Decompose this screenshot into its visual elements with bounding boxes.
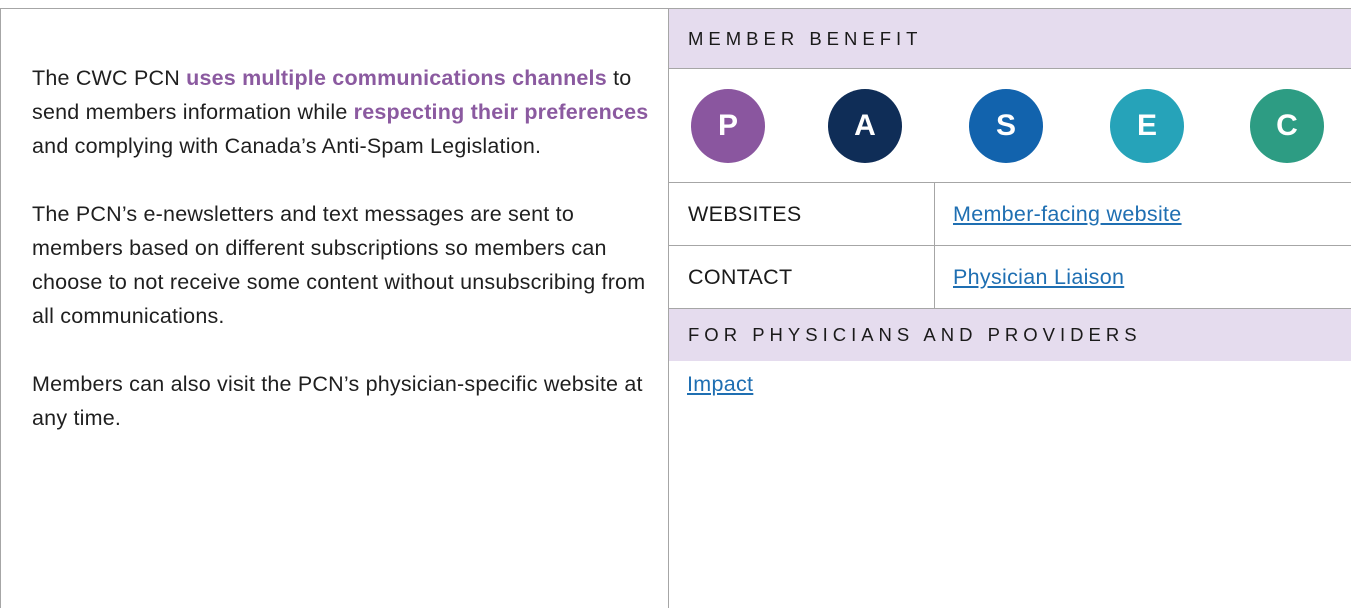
pasec-letter-a: A <box>854 109 876 142</box>
websites-row: WEBSITES Member-facing website <box>669 183 1351 246</box>
info-panel: MEMBER BENEFIT P A S E C WEBSITES Member… <box>669 9 1351 608</box>
pasec-circle-p: P <box>691 89 765 163</box>
pasec-letter-e: E <box>1136 109 1157 142</box>
member-benefit-header: MEMBER BENEFIT <box>669 9 1351 69</box>
impact-link-wrapper: Impact <box>687 372 753 397</box>
contact-label: CONTACT <box>669 246 935 308</box>
pasec-letter-s: S <box>995 109 1016 142</box>
highlight-preferences: respecting their preferences <box>353 100 649 124</box>
physicians-providers-header: FOR PHYSICIANS AND PROVIDERS <box>669 309 1351 361</box>
pasec-letter-p: P <box>717 109 738 142</box>
description-text: The CWC PCN uses multiple communications… <box>32 61 652 469</box>
pasec-circle-s: S <box>969 89 1043 163</box>
pasec-circle-e: E <box>1110 89 1184 163</box>
websites-label: WEBSITES <box>669 183 935 245</box>
paragraph-website: Members can also visit the PCN’s physici… <box>32 372 643 430</box>
contact-row: CONTACT Physician Liaison <box>669 246 1351 309</box>
paragraph-channels-intro: The CWC PCN <box>32 66 187 90</box>
websites-value: Member-facing website <box>935 183 1351 245</box>
paragraph-channels-end: and complying with Canada’s Anti-Spam Le… <box>32 134 542 158</box>
paragraph-channels: The CWC PCN uses multiple communications… <box>32 61 652 163</box>
member-website-link[interactable]: Member-facing website <box>953 202 1182 227</box>
paragraph-subscriptions: The PCN’s e-newsletters and text message… <box>32 202 646 328</box>
pasec-row: P A S E C <box>669 70 1351 183</box>
pasec-circle-c: C <box>1250 89 1324 163</box>
impact-link[interactable]: Impact <box>687 372 753 396</box>
pasec-letter-c: C <box>1276 109 1298 142</box>
contact-value: Physician Liaison <box>935 246 1351 308</box>
highlight-multiple-channels: uses multiple communications channels <box>186 66 607 90</box>
physician-liaison-link[interactable]: Physician Liaison <box>953 265 1124 290</box>
content-frame: The CWC PCN uses multiple communications… <box>0 8 1351 608</box>
pasec-circle-a: A <box>828 89 902 163</box>
description-panel: The CWC PCN uses multiple communications… <box>0 9 669 608</box>
